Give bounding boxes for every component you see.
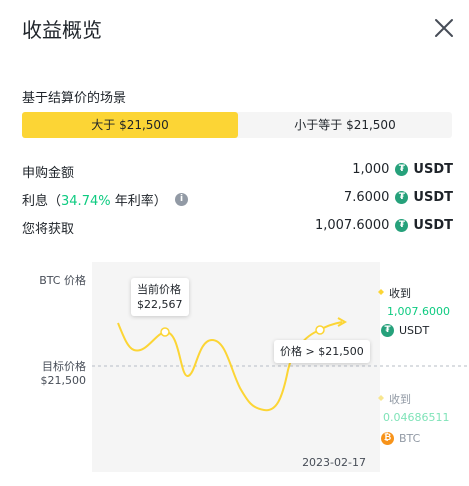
- above-receive-currency-row: ₮ USDT: [381, 324, 429, 337]
- current-price-tooltip-value: $22,567: [137, 298, 183, 311]
- below-diamond-icon: [378, 395, 384, 401]
- above-receive-currency: USDT: [399, 324, 430, 337]
- current-price-marker: [160, 327, 170, 337]
- above-receive-label: 收到: [389, 287, 411, 300]
- current-price-tooltip-title: 当前价格: [137, 283, 181, 296]
- below-receive-currency: BTC: [399, 432, 421, 445]
- condition-marker: [315, 325, 325, 335]
- above-receive-amount: 1,007.6000: [387, 305, 450, 318]
- below-receive-label: 收到: [389, 393, 411, 406]
- chart-date: 2023-02-17: [302, 456, 366, 469]
- condition-tooltip-text: 价格 > $21,500: [280, 345, 364, 358]
- condition-tooltip: 价格 > $21,500: [274, 340, 370, 363]
- above-diamond-icon: [378, 289, 384, 295]
- below-receive-amount: 0.04686511: [383, 411, 450, 424]
- usdt-icon: ₮: [381, 324, 394, 337]
- current-price-tooltip: 当前价格 $22,567: [131, 278, 189, 316]
- below-receive-currency-row: ₿ BTC: [381, 432, 420, 445]
- btc-icon: ₿: [381, 432, 394, 445]
- price-curve: [117, 322, 321, 412]
